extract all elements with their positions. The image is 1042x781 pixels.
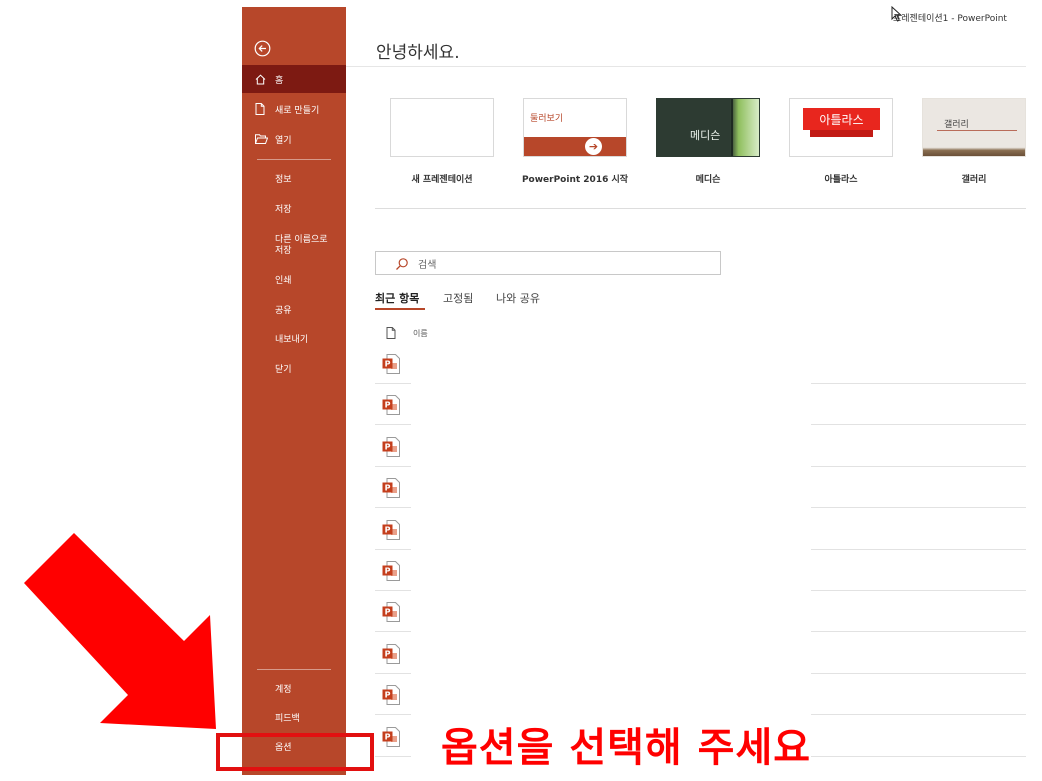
sidebar-divider — [257, 669, 331, 670]
powerpoint-file-icon: P — [382, 726, 400, 747]
template-atlas[interactable]: 아틀라스 — [789, 98, 893, 157]
file-type-icon — [386, 324, 396, 343]
arrow-right-icon: ➔ — [585, 138, 602, 155]
sidebar-item-info[interactable]: 정보 — [242, 166, 346, 194]
template-powerpoint-tour[interactable]: 둘러보기 ➔ — [523, 98, 627, 157]
sidebar-item-save-as[interactable]: 다른 이름으로 저장 — [242, 232, 346, 260]
template-gallery[interactable]: 갤러리 — [922, 98, 1026, 157]
sidebar-item-label: 공유 — [275, 305, 292, 316]
tab-recent[interactable]: 최근 항목 — [375, 290, 419, 306]
sidebar-item-label: 내보내기 — [275, 334, 309, 345]
search-input[interactable]: 검색 — [375, 251, 721, 275]
sidebar-item-label: 열기 — [275, 135, 292, 146]
sidebar-item-label: 다른 이름으로 저장 — [275, 235, 328, 256]
template-label: 아틀라스 — [824, 175, 858, 185]
search-placeholder: 검색 — [418, 259, 437, 271]
sidebar-item-home[interactable]: 홈 — [242, 65, 346, 93]
sidebar-item-open[interactable]: 열기 — [242, 125, 346, 153]
sidebar-item-label: 새로 만들기 — [275, 105, 320, 116]
header-divider — [346, 66, 1026, 67]
powerpoint-file-icon: P — [382, 602, 400, 623]
template-thumb-shadow — [810, 130, 873, 137]
sidebar-item-label: 정보 — [275, 174, 292, 185]
svg-text:P: P — [385, 567, 391, 576]
template-thumb-band — [524, 137, 626, 156]
sidebar-item-export[interactable]: 내보내기 — [242, 326, 346, 354]
file-list-header: 이름 — [386, 324, 428, 343]
powerpoint-file-icon: P — [382, 395, 400, 416]
template-thumb-line — [937, 130, 1017, 131]
open-folder-icon — [255, 134, 275, 144]
svg-text:P: P — [385, 525, 391, 534]
home-icon — [255, 74, 275, 85]
search-icon — [395, 256, 409, 270]
svg-text:P: P — [385, 691, 391, 700]
powerpoint-file-icon: P — [382, 561, 400, 581]
sidebar-item-label: 저장 — [275, 204, 292, 215]
powerpoint-file-icon: P — [382, 478, 400, 499]
sidebar-item-label: 홈 — [275, 75, 284, 86]
window-title: 프레젠테이션1 - PowerPoint — [893, 14, 1007, 24]
sidebar-item-save[interactable]: 저장 — [242, 196, 346, 224]
powerpoint-file-icon: P — [382, 643, 400, 664]
backstage-sidebar: 홈 새로 만들기 열기 정보 저장 다른 이름으로 저장 인쇄 공유 내보내기 … — [242, 7, 346, 775]
template-thumb-text: 아틀라스 — [803, 108, 880, 130]
section-divider — [375, 208, 1026, 209]
options-highlight-box — [216, 733, 374, 771]
sidebar-item-share[interactable]: 공유 — [242, 297, 346, 325]
svg-text:P: P — [385, 649, 391, 658]
template-label: PowerPoint 2016 시작 — [521, 175, 629, 185]
svg-text:P: P — [385, 401, 391, 410]
redacted-file-names — [411, 343, 811, 775]
instruction-callout: 옵션을 선택해 주세요 — [441, 725, 812, 771]
sidebar-item-label: 인쇄 — [275, 275, 292, 286]
sidebar-item-label: 닫기 — [275, 364, 292, 375]
svg-text:P: P — [385, 360, 391, 369]
tab-shared-with-me[interactable]: 나와 공유 — [496, 290, 540, 306]
sidebar-item-close[interactable]: 닫기 — [242, 356, 346, 384]
template-label: 새 프레젠테이션 — [411, 175, 473, 185]
template-thumb-text: 둘러보기 — [530, 114, 564, 124]
sidebar-item-label: 피드백 — [275, 713, 300, 724]
sidebar-item-label: 계정 — [275, 684, 292, 695]
template-label: 메디슨 — [695, 175, 721, 185]
back-arrow-icon[interactable] — [254, 40, 271, 57]
powerpoint-file-icon: P — [382, 685, 400, 706]
active-tab-indicator — [375, 308, 425, 310]
svg-text:P: P — [385, 484, 391, 493]
sidebar-item-new[interactable]: 새로 만들기 — [242, 95, 346, 123]
template-thumb-text: 갤러리 — [944, 120, 969, 130]
new-document-icon — [255, 103, 275, 115]
greeting-heading: 안녕하세요. — [376, 43, 460, 63]
template-thumb-text: 메디슨 — [690, 129, 721, 142]
sidebar-item-account[interactable]: 계정 — [242, 676, 346, 704]
column-header-name[interactable]: 이름 — [413, 328, 428, 339]
powerpoint-file-icon: P — [382, 436, 400, 457]
red-arrow-annotation — [24, 533, 216, 729]
powerpoint-file-icon: P — [382, 354, 400, 374]
sidebar-item-feedback[interactable]: 피드백 — [242, 705, 346, 733]
sidebar-item-print[interactable]: 인쇄 — [242, 267, 346, 295]
template-blank-presentation[interactable] — [390, 98, 494, 157]
svg-text:P: P — [385, 442, 391, 451]
sidebar-divider — [257, 159, 331, 160]
template-medici[interactable]: 메디슨 — [656, 98, 760, 157]
template-thumb-line — [731, 99, 733, 156]
tab-pinned[interactable]: 고정됨 — [443, 290, 473, 306]
template-label: 갤러리 — [961, 175, 987, 185]
powerpoint-file-icon: P — [382, 519, 400, 540]
svg-text:P: P — [385, 732, 391, 741]
svg-text:P: P — [385, 608, 391, 617]
